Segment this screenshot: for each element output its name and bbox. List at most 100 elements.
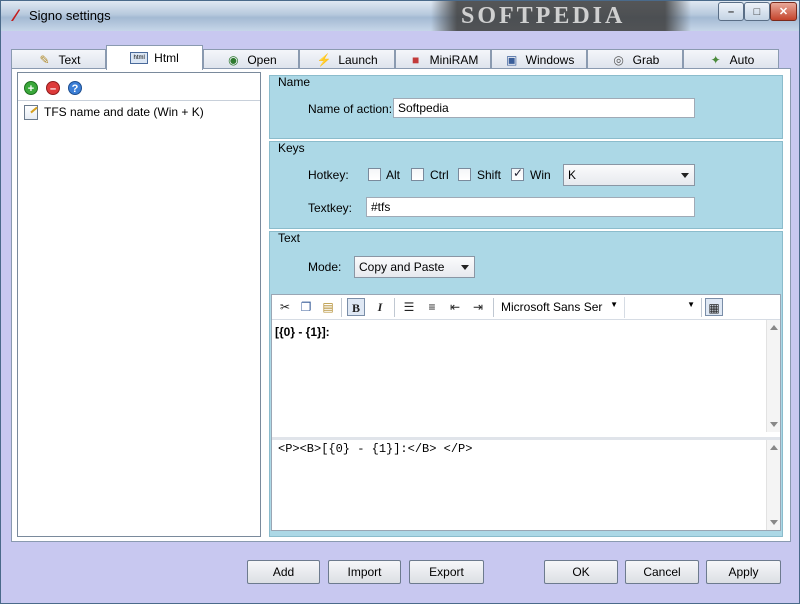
scroll-up-icon[interactable] — [770, 325, 778, 330]
ctrl-checkbox[interactable] — [411, 168, 424, 181]
group-legend: Keys — [278, 141, 305, 155]
tab-html[interactable]: html Html — [106, 45, 203, 70]
scroll-down-icon[interactable] — [770, 520, 778, 525]
action-name-label: Name of action: — [308, 102, 393, 116]
export-button[interactable]: Export — [409, 560, 484, 584]
mode-select-value: Copy and Paste — [359, 260, 445, 274]
cut-icon[interactable]: ✂ — [276, 298, 294, 316]
chevron-down-icon — [461, 265, 469, 270]
document-edit-icon — [24, 104, 38, 120]
lightning-icon: ⚡ — [316, 52, 332, 67]
toolbar-separator — [394, 298, 395, 317]
tab-launch[interactable]: ⚡ Launch — [299, 49, 395, 69]
remove-action-icon[interactable]: – — [46, 81, 60, 95]
close-button[interactable]: ✕ — [770, 2, 797, 21]
editor-scrollbar[interactable] — [766, 320, 780, 432]
html-icon: html — [130, 52, 149, 64]
key-select-value: K — [568, 168, 577, 182]
html-editor: ✂ ❐ ▤ B I ☰ ≡ ⇤ ⇥ Microsoft Sans Ser ▼ ▼… — [271, 294, 781, 531]
tab-label: Text — [58, 52, 81, 67]
tab-grab[interactable]: ◎ Grab — [587, 49, 683, 69]
action-name-field[interactable]: Softpedia — [393, 98, 695, 118]
add-action-icon[interactable]: + — [24, 81, 38, 95]
ctrl-label: Ctrl — [430, 168, 449, 182]
tab-label: Html — [154, 51, 179, 65]
tab-auto[interactable]: ✦ Auto — [683, 49, 779, 69]
cancel-button[interactable]: Cancel — [625, 560, 699, 584]
tab-label: MiniRAM — [429, 52, 479, 67]
html-source-text: <P><B>[{0} - {1}]:</B> </P> — [278, 442, 473, 456]
textkey-field[interactable]: #tfs — [366, 197, 695, 217]
name-group: Name Name of action: Softpedia — [269, 75, 783, 139]
ok-button[interactable]: OK — [544, 560, 618, 584]
source-scrollbar[interactable] — [766, 440, 780, 530]
window-title: Signo settings — [29, 8, 111, 23]
minimize-button[interactable]: – — [718, 2, 744, 21]
add-button[interactable]: Add — [247, 560, 320, 584]
wand-icon: ✦ — [710, 52, 721, 67]
toolbar-separator — [701, 298, 702, 317]
cube-icon: ■ — [412, 52, 420, 67]
keys-group: Keys Hotkey: Alt Ctrl Shift Win K Textke… — [269, 141, 783, 229]
import-button[interactable]: Import — [328, 560, 401, 584]
numbered-list-icon[interactable]: ☰ — [400, 298, 418, 316]
chevron-down-icon: ▼ — [610, 300, 618, 309]
textkey-label: Textkey: — [308, 201, 353, 215]
font-size-select[interactable]: ▼ — [624, 297, 698, 318]
action-list[interactable]: + – ? TFS name and date (Win + K) — [17, 72, 261, 537]
group-legend: Text — [278, 231, 301, 245]
key-select[interactable]: K — [563, 164, 695, 186]
chevron-down-icon: ▼ — [687, 300, 695, 309]
app-icon — [11, 9, 20, 21]
list-item[interactable]: TFS name and date (Win + K) — [24, 103, 204, 121]
camera-icon: ◎ — [613, 52, 624, 67]
title-bar[interactable]: SOFTPEDIA Signo settings – □ ✕ — [1, 1, 799, 31]
shift-label: Shift — [477, 168, 502, 182]
list-item-label: TFS name and date (Win + K) — [44, 105, 204, 119]
italic-button[interactable]: I — [371, 298, 389, 316]
font-select[interactable]: Microsoft Sans Ser ▼ — [499, 297, 621, 318]
editor-content-area[interactable]: [{0} - {1}]: — [272, 320, 780, 432]
scroll-down-icon[interactable] — [770, 422, 778, 427]
pencil-icon: ✎ — [39, 52, 50, 67]
editor-text: [{0} - {1}]: — [275, 325, 330, 339]
toolbar-separator — [493, 298, 494, 317]
html-source-icon[interactable]: ▦ — [705, 298, 723, 316]
apply-button[interactable]: Apply — [706, 560, 781, 584]
mode-label: Mode: — [308, 260, 342, 274]
hotkey-label: Hotkey: — [308, 168, 349, 182]
win-label: Win — [530, 168, 551, 182]
chevron-down-icon — [681, 173, 689, 178]
copy-icon[interactable]: ❐ — [297, 298, 315, 316]
settings-window: SOFTPEDIA Signo settings – □ ✕ ✎ Text ht… — [0, 0, 800, 604]
tab-label: Launch — [338, 52, 378, 67]
tab-windows[interactable]: ▣ Windows — [491, 49, 587, 69]
outdent-icon[interactable]: ⇤ — [446, 298, 464, 316]
tab-label: Open — [247, 52, 277, 67]
tab-text[interactable]: ✎ Text — [11, 49, 106, 69]
tab-miniram[interactable]: ■ MiniRAM — [395, 49, 491, 69]
watermark-text: SOFTPEDIA — [461, 3, 626, 29]
tab-label: Grab — [632, 52, 660, 67]
bold-button[interactable]: B — [347, 298, 365, 316]
toolbar-separator — [341, 298, 342, 317]
win-checkbox[interactable] — [511, 166, 524, 181]
monitor-icon: ▣ — [505, 52, 518, 67]
help-icon[interactable]: ? — [68, 81, 82, 95]
maximize-button[interactable]: □ — [744, 2, 770, 21]
alt-checkbox[interactable] — [368, 168, 381, 181]
tab-label: Auto — [729, 52, 755, 67]
shift-checkbox[interactable] — [458, 168, 471, 181]
html-source-area[interactable]: <P><B>[{0} - {1}]:</B> </P> — [272, 437, 780, 530]
bullet-list-icon[interactable]: ≡ — [423, 298, 441, 316]
paste-icon[interactable]: ▤ — [319, 298, 337, 316]
globe-icon: ◉ — [228, 52, 239, 67]
scroll-up-icon[interactable] — [770, 445, 778, 450]
tab-label: Windows — [525, 52, 575, 67]
font-select-value: Microsoft Sans Ser — [501, 300, 603, 314]
tab-open[interactable]: ◉ Open — [203, 49, 299, 69]
editor-toolbar: ✂ ❐ ▤ B I ☰ ≡ ⇤ ⇥ Microsoft Sans Ser ▼ ▼… — [272, 295, 780, 320]
alt-label: Alt — [386, 168, 401, 182]
indent-icon[interactable]: ⇥ — [469, 298, 487, 316]
mode-select[interactable]: Copy and Paste — [354, 256, 475, 278]
